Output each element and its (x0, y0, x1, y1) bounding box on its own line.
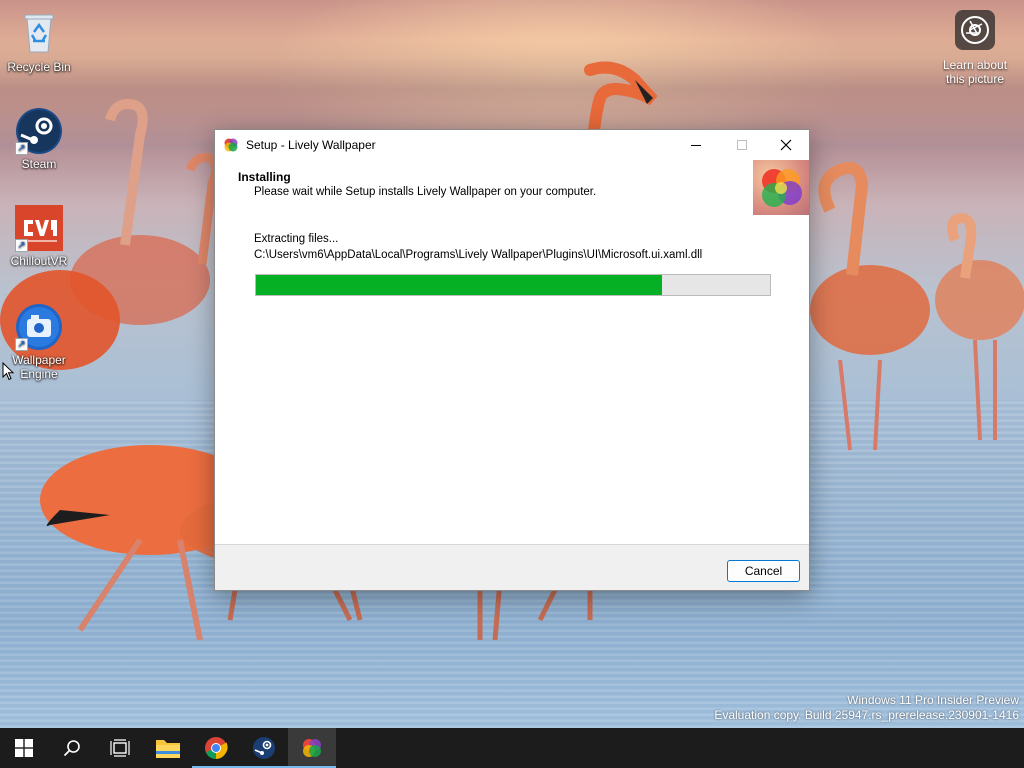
taskbar (0, 728, 1024, 768)
windows-logo-icon (15, 739, 33, 757)
install-progress-fill (256, 275, 663, 295)
install-status: Extracting files... (254, 233, 339, 245)
taskbar-file-explorer[interactable] (144, 728, 192, 768)
desktop-icon-label: Wallpaper Engine (12, 353, 66, 381)
taskbar-steam[interactable] (240, 728, 288, 768)
setup-dialog: Setup - Lively Wallpaper Installing Plea… (214, 129, 810, 591)
camera-icon (955, 10, 995, 50)
current-file-path: C:\Users\vm6\AppData\Local\Programs\Live… (254, 249, 703, 261)
desktop-icon-label: Steam (21, 157, 57, 171)
learn-about-picture[interactable]: Learn about this picture (936, 10, 1014, 86)
folder-icon (156, 740, 180, 758)
chilloutvr-icon: ↗ (15, 204, 63, 252)
taskbar-lively-wallpaper[interactable] (288, 728, 336, 768)
shortcut-arrow-icon: ↗ (15, 338, 28, 351)
wizard-heading: Installing (238, 170, 291, 184)
maximize-button (719, 130, 765, 159)
chrome-icon (205, 737, 228, 759)
wizard-subheading: Please wait while Setup installs Lively … (254, 186, 597, 198)
watermark-line2: Evaluation copy. Build 25947.rs_prerelea… (714, 708, 1019, 722)
desktop-icon-label: ChilloutVR (10, 254, 68, 268)
evaluation-watermark: Windows 11 Pro Insider Preview Evaluatio… (714, 693, 1019, 723)
task-view-icon (110, 739, 130, 757)
watermark-line1: Windows 11 Pro Insider Preview (847, 693, 1019, 707)
taskbar-chrome[interactable] (192, 728, 240, 768)
install-progress-bar (255, 274, 771, 296)
cancel-button[interactable]: Cancel (727, 560, 800, 582)
dialog-title: Setup - Lively Wallpaper (246, 137, 376, 152)
lively-wallpaper-icon (303, 739, 321, 757)
wallpaper-engine-icon: ↗ (15, 303, 63, 351)
minimize-button[interactable] (673, 130, 719, 159)
recycle-bin-icon (15, 10, 63, 58)
mouse-cursor-icon (2, 362, 14, 381)
close-icon (780, 139, 792, 150)
steam-icon (253, 737, 275, 759)
lively-wallpaper-icon (224, 138, 238, 151)
close-button[interactable] (763, 130, 809, 159)
wizard-header: Installing Please wait while Setup insta… (215, 159, 809, 217)
start-button[interactable] (0, 728, 48, 768)
dialog-titlebar[interactable]: Setup - Lively Wallpaper (215, 130, 809, 159)
desktop-icon-steam[interactable]: ↗ Steam (1, 107, 77, 171)
desktop-icon-label: Recycle Bin (7, 60, 71, 74)
desktop-icon-chilloutvr[interactable]: ↗ ChilloutVR (1, 204, 77, 268)
search-button[interactable] (48, 728, 96, 768)
minimize-icon (691, 144, 701, 146)
steam-icon: ↗ (15, 107, 63, 155)
task-view-button[interactable] (96, 728, 144, 768)
maximize-icon (737, 139, 747, 150)
wizard-body: Extracting files... C:\Users\vm6\AppData… (215, 217, 809, 544)
wizard-footer: Cancel (215, 544, 809, 590)
shortcut-arrow-icon: ↗ (15, 142, 28, 155)
learn-picture-line2: this picture (945, 72, 1005, 86)
shortcut-arrow-icon: ↗ (15, 239, 28, 252)
desktop-icon-recycle-bin[interactable]: Recycle Bin (1, 10, 77, 74)
learn-picture-line1: Learn about (942, 58, 1008, 72)
search-icon (63, 740, 80, 757)
lively-logo-icon (753, 160, 809, 215)
